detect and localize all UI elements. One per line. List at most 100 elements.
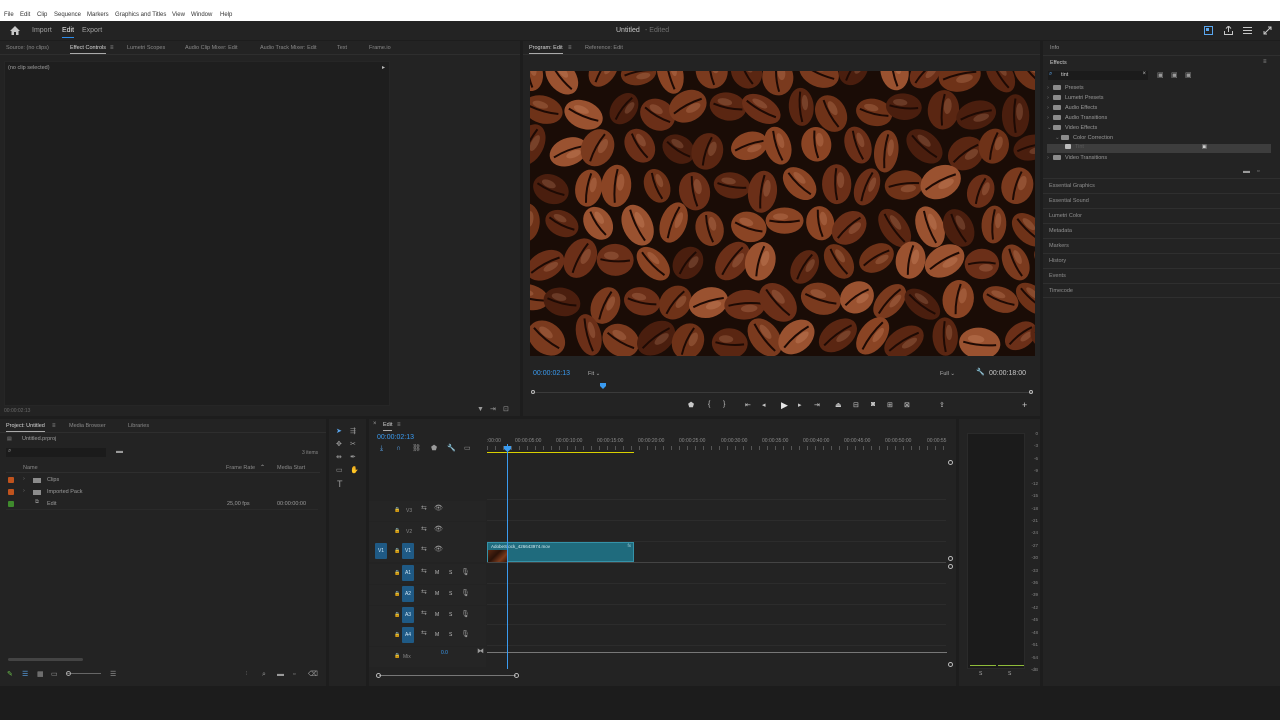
type-tool-icon[interactable]: T	[337, 480, 343, 489]
track-target-a2[interactable]: A2	[402, 586, 414, 602]
column-name[interactable]: Name	[23, 465, 38, 471]
safe-margins-icon[interactable]: ⊠	[904, 401, 910, 409]
accelerated-effects-icon[interactable]: ▣	[1157, 72, 1164, 79]
quick-export-icon[interactable]	[1204, 26, 1213, 35]
column-media-start[interactable]: Media Start	[277, 465, 305, 471]
lift-icon[interactable]: ⏏	[835, 401, 842, 409]
events-section[interactable]: Events	[1043, 268, 1280, 283]
sync-lock-icon[interactable]: ⇆	[421, 505, 427, 512]
rectangle-tool-icon[interactable]: ▭	[336, 467, 343, 474]
menu-file[interactable]: File	[4, 12, 14, 18]
snap-icon[interactable]: ∩	[396, 445, 401, 452]
razor-tool-icon[interactable]: ✂	[350, 441, 356, 448]
step-back-icon[interactable]: ◂	[762, 401, 766, 409]
close-tab-icon[interactable]: ×	[373, 421, 377, 428]
panel-menu-icon[interactable]: ≡	[110, 45, 114, 52]
mute-button[interactable]: M	[435, 632, 439, 638]
scrub-end-handle[interactable]	[1029, 390, 1033, 394]
export-icon[interactable]: ⇪	[939, 401, 945, 409]
32bit-effects-icon[interactable]: ▣	[1171, 72, 1178, 79]
pen-tool-icon[interactable]: ✒	[350, 454, 356, 461]
menu-lines-icon[interactable]	[1243, 26, 1252, 35]
tab-project[interactable]: Project: Untitled	[6, 423, 45, 432]
track-header-mix[interactable]: 🔒 Mix 0.0 ⧓	[369, 647, 486, 667]
sync-lock-icon[interactable]: ⇆	[421, 546, 427, 553]
sync-lock-icon[interactable]: ⇆	[421, 610, 427, 617]
tree-item-presets[interactable]: › Presets	[1047, 85, 1276, 94]
audio-zoom-handle[interactable]	[948, 564, 953, 569]
program-playhead[interactable]	[600, 383, 606, 389]
share-icon[interactable]	[1224, 26, 1233, 35]
filter-icon[interactable]: ▼	[477, 406, 484, 413]
project-search-input[interactable]: ⌕	[6, 448, 106, 457]
lock-icon[interactable]: 🔒	[394, 507, 400, 514]
linked-selection-icon[interactable]: ⛓	[412, 445, 421, 452]
track-header-v2[interactable]: 🔒 V2 ⇆ 👁	[369, 522, 486, 542]
lock-icon[interactable]: 🔒	[394, 570, 400, 577]
chevron-right-icon[interactable]: ›	[23, 476, 25, 482]
toggle-icon[interactable]: ⊡	[503, 406, 509, 413]
home-icon[interactable]	[10, 26, 20, 35]
ripple-edit-tool-icon[interactable]: ✥	[336, 441, 342, 448]
menu-help[interactable]: Help	[220, 12, 232, 18]
mark-out-icon[interactable]: }	[723, 401, 725, 408]
lock-icon[interactable]: 🔒	[394, 548, 400, 555]
yuv-effects-icon[interactable]: ▣	[1185, 72, 1192, 79]
timeline-menu-icon[interactable]: ≡	[397, 422, 401, 429]
sync-lock-icon[interactable]: ⇆	[421, 526, 427, 533]
go-to-in-icon[interactable]: ⇤	[745, 401, 751, 409]
meter-solo-right[interactable]: S	[1008, 671, 1011, 677]
pencil-icon[interactable]: ✎	[7, 671, 13, 678]
new-item-bottom-icon[interactable]: ▫	[293, 671, 295, 678]
solo-button[interactable]: S	[449, 591, 452, 597]
mute-button[interactable]: M	[435, 570, 439, 576]
new-bin-bottom-icon[interactable]: ▬	[277, 671, 284, 678]
menu-edit[interactable]: Edit	[20, 12, 30, 18]
new-bin-icon[interactable]: ▬	[1243, 168, 1250, 175]
tree-item-video-effects[interactable]: ⌄ Video Effects	[1047, 125, 1276, 134]
selection-tool-icon[interactable]: ➤	[336, 428, 342, 435]
essential-graphics-section[interactable]: Essential Graphics	[1043, 178, 1280, 193]
solo-button[interactable]: S	[449, 632, 452, 638]
project-row-clips[interactable]: › Clips	[6, 475, 318, 486]
solo-button[interactable]: S	[449, 570, 452, 576]
metadata-section[interactable]: Metadata	[1043, 223, 1280, 238]
mute-button[interactable]: M	[435, 591, 439, 597]
tab-effect-controls[interactable]: Effect Controls	[70, 45, 106, 54]
zoom-slider-handle[interactable]	[66, 671, 71, 676]
lock-icon[interactable]: 🔒	[394, 632, 400, 639]
export-frame-icon[interactable]: ⇥	[490, 406, 496, 413]
timeline-timecode[interactable]: 00:00:02:13	[377, 434, 414, 441]
tree-item-tint[interactable]: Tint ▣	[1047, 144, 1271, 153]
effects-header[interactable]: Effects	[1050, 60, 1067, 66]
fit-dropdown[interactable]: Fit ⌄	[588, 371, 600, 377]
tab-audio-track-mixer[interactable]: Audio Track Mixer: Edit	[260, 45, 317, 51]
zoom-scroll-right-handle[interactable]	[514, 673, 519, 678]
vertical-zoom-handle-bottom[interactable]	[948, 662, 953, 667]
history-section[interactable]: History	[1043, 253, 1280, 268]
mark-in-icon[interactable]: {	[708, 401, 710, 408]
zoom-scroll-left-handle[interactable]	[376, 673, 381, 678]
program-timecode[interactable]: 00:00:02:13	[533, 370, 570, 377]
timeline-playhead[interactable]	[507, 444, 508, 669]
tab-reference[interactable]: Reference: Edit	[585, 45, 623, 51]
info-header[interactable]: Info	[1050, 45, 1059, 51]
menu-graphics[interactable]: Graphics and Titles	[115, 12, 166, 18]
new-item-icon[interactable]: ▫	[1257, 168, 1259, 175]
source-patch-v1[interactable]: V1	[375, 543, 387, 559]
clear-icon[interactable]: ⌫	[308, 671, 318, 678]
tree-item-lumetri-presets[interactable]: › Lumetri Presets	[1047, 95, 1276, 104]
add-button-icon[interactable]: +	[1022, 400, 1027, 410]
program-scrub-bar[interactable]	[533, 392, 1033, 393]
tab-frameio[interactable]: Frame.io	[369, 45, 391, 51]
chevron-right-icon[interactable]: ›	[23, 488, 25, 494]
eye-icon[interactable]: 👁	[434, 546, 443, 553]
icon-view-icon[interactable]: ▦	[37, 671, 44, 678]
microphone-icon[interactable]: 🎙	[461, 631, 470, 638]
track-header-v3[interactable]: 🔒 V3 ⇆ 👁	[369, 501, 486, 521]
tree-item-color-correction[interactable]: ⌄ Color Correction	[1047, 135, 1276, 144]
lock-icon[interactable]: 🔒	[394, 528, 400, 535]
effects-menu-icon[interactable]: ≡	[1263, 59, 1267, 66]
quality-dropdown[interactable]: Full ⌄	[940, 371, 955, 377]
timecode-section[interactable]: Timecode	[1043, 283, 1280, 298]
